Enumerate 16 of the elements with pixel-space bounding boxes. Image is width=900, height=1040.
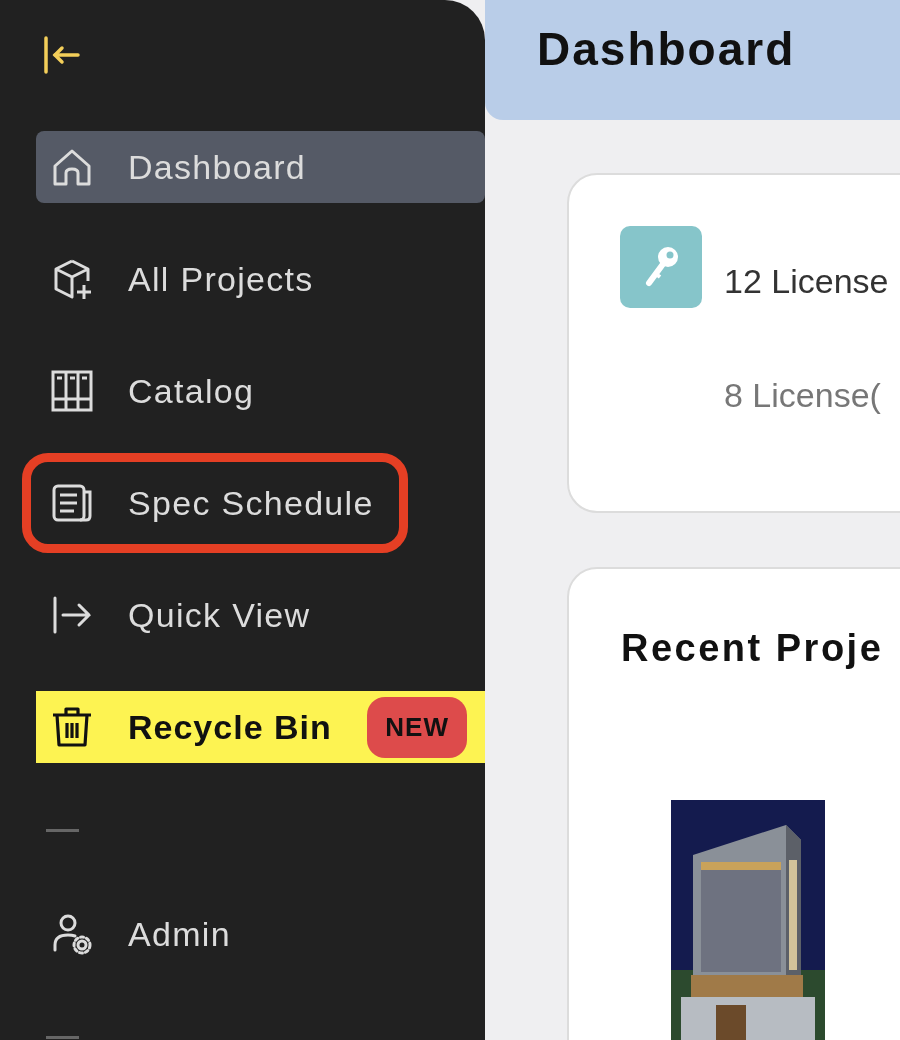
new-badge: NEW — [367, 696, 467, 758]
sidebar-item[interactable]: Quick View — [36, 579, 485, 651]
sidebar-item[interactable]: Spec Schedule — [36, 467, 394, 539]
sidebar-item[interactable]: Catalog — [36, 355, 485, 427]
sidebar-item[interactable]: Admin — [36, 898, 485, 970]
sidebar-item[interactable]: All Projects — [36, 243, 485, 315]
collapse-icon[interactable] — [43, 35, 81, 75]
trash-icon — [50, 705, 94, 749]
license-used: 8 License( — [724, 376, 881, 415]
license-total: 12 License — [724, 261, 889, 301]
page-title: Dashboard — [537, 22, 797, 76]
key-icon — [620, 226, 702, 308]
grid-icon — [50, 369, 94, 413]
sidebar-item[interactable]: Dashboard — [36, 131, 485, 203]
sidebar-item[interactable]: Recycle Bin NEW — [36, 691, 485, 763]
section-title: Recent Proje — [621, 627, 885, 670]
